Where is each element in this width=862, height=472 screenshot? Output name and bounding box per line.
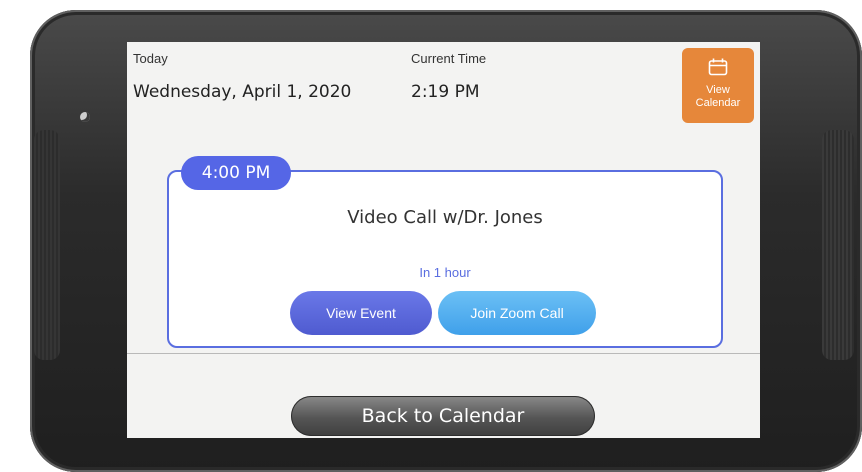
back-to-calendar-button[interactable]: Back to Calendar (291, 396, 595, 436)
view-calendar-label-line2: Calendar (695, 97, 741, 109)
event-time-badge: 4:00 PM (181, 156, 291, 190)
view-calendar-button[interactable]: View Calendar (682, 48, 754, 123)
calendar-icon (708, 58, 728, 76)
current-time: 2:19 PM (411, 82, 480, 102)
event-relative-time: In 1 hour (419, 265, 471, 280)
view-calendar-label-line1: View (706, 84, 730, 96)
today-label: Today (133, 51, 168, 66)
current-time-label: Current Time (411, 51, 487, 66)
screen: Today Wednesday, April 1, 2020 Current T… (127, 42, 760, 438)
tablet-grip-left (34, 130, 60, 360)
join-zoom-call-button[interactable]: Join Zoom Call (438, 291, 596, 335)
camera-icon (80, 112, 90, 122)
tablet-grip-right (822, 130, 854, 360)
divider (127, 353, 760, 354)
view-event-button[interactable]: View Event (290, 291, 432, 335)
current-date: Wednesday, April 1, 2020 (133, 82, 352, 102)
event-title: Video Call w/Dr. Jones (347, 207, 543, 228)
